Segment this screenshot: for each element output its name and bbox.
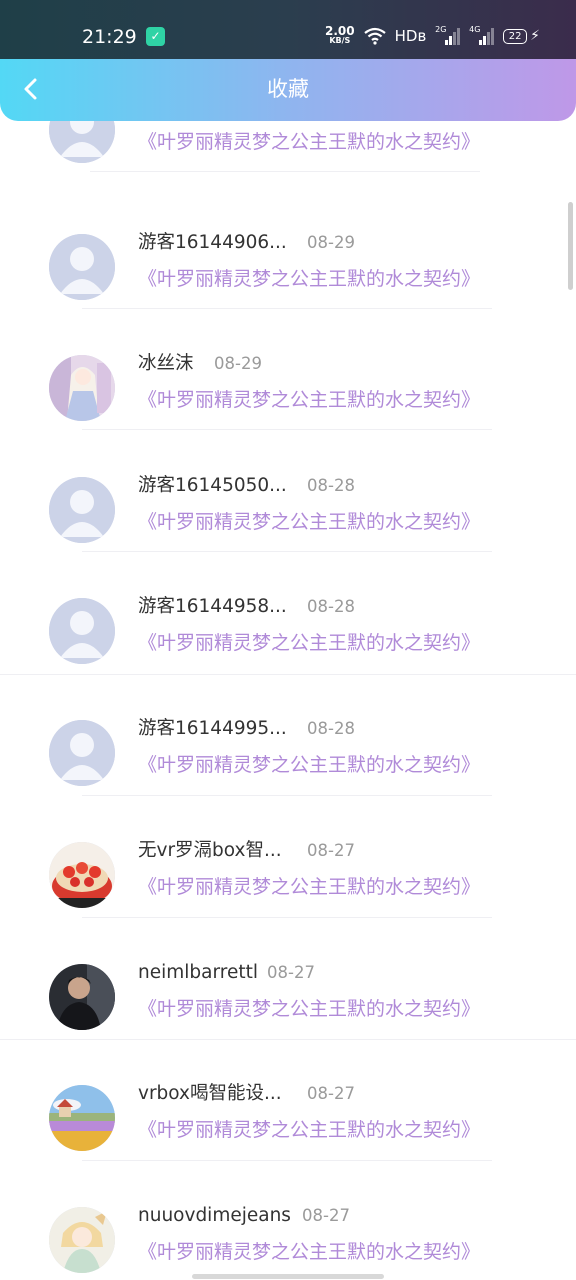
user-avatar[interactable] bbox=[49, 964, 115, 1030]
book-title[interactable]: 《叶罗丽精灵梦之公主王默的水之契约》 bbox=[138, 752, 480, 778]
charging-icon: ⚡ bbox=[530, 28, 540, 44]
book-title[interactable]: 《叶罗丽精灵梦之公主王默的水之契约》 bbox=[138, 129, 480, 155]
user-avatar[interactable] bbox=[49, 1207, 115, 1273]
user-name[interactable]: nuuovdimejeans bbox=[138, 1203, 291, 1229]
favorite-date: 08-27 bbox=[267, 963, 315, 982]
net-speed-value: 2.00 bbox=[325, 24, 355, 38]
divider bbox=[90, 171, 480, 172]
favorite-date: 08-27 bbox=[302, 1206, 350, 1225]
user-name[interactable]: 游客16145050... bbox=[138, 473, 287, 499]
book-title[interactable]: 《叶罗丽精灵梦之公主王默的水之契约》 bbox=[138, 1117, 480, 1143]
app-notification-icon: ✓ bbox=[146, 27, 165, 46]
net-speed: 2.00 KB/S bbox=[325, 24, 355, 46]
book-title[interactable]: 《叶罗丽精灵梦之公主王默的水之契约》 bbox=[138, 996, 480, 1022]
default-avatar-icon[interactable] bbox=[49, 720, 115, 786]
signal-4g-label: 4G bbox=[469, 25, 481, 34]
default-avatar-icon bbox=[49, 121, 115, 163]
wifi-icon bbox=[363, 27, 386, 45]
favorite-date: 08-27 bbox=[307, 841, 355, 860]
list-item[interactable]: 《叶罗丽精灵梦之公主王默的水之契约》 bbox=[0, 121, 576, 172]
status-icons: 2.00 KB/S HDʙ 2G 4G 22 ⚡ bbox=[325, 24, 540, 48]
favorite-date: 08-29 bbox=[214, 354, 262, 373]
user-avatar[interactable] bbox=[49, 355, 115, 421]
list-item[interactable]: 游客16144906... 08-29 《叶罗丽精灵梦之公主王默的水之契约》 bbox=[0, 188, 576, 309]
favorite-date: 08-29 bbox=[307, 233, 355, 252]
user-name[interactable]: 游客16144958... bbox=[138, 594, 287, 620]
battery-icon: 22 bbox=[503, 28, 528, 44]
signal-4g-icon: 4G bbox=[469, 25, 495, 45]
book-title[interactable]: 《叶罗丽精灵梦之公主王默的水之契约》 bbox=[138, 1239, 480, 1265]
header-bar: 收藏 bbox=[0, 59, 576, 121]
default-avatar-icon[interactable] bbox=[49, 598, 115, 664]
book-title[interactable]: 《叶罗丽精灵梦之公主王默的水之契约》 bbox=[138, 387, 480, 413]
hd-label: HDʙ bbox=[394, 27, 427, 45]
list-item[interactable]: nuuovdimejeans 08-27 《叶罗丽精灵梦之公主王默的水之契约》 bbox=[0, 1161, 576, 1280]
list-item[interactable]: 冰丝沫 08-29 《叶罗丽精灵梦之公主王默的水之契约》 bbox=[0, 309, 576, 430]
user-avatar[interactable] bbox=[49, 1085, 115, 1151]
user-name[interactable]: vrbox喝智能设... bbox=[138, 1081, 282, 1107]
favorite-date: 08-28 bbox=[307, 476, 355, 495]
user-name[interactable]: 冰丝沫 bbox=[138, 351, 194, 377]
status-time: 21:29 bbox=[82, 26, 137, 48]
list-item[interactable]: neimlbarrettl 08-27 《叶罗丽精灵梦之公主王默的水之契约》 bbox=[0, 918, 576, 1040]
user-name[interactable]: 游客16144906... bbox=[138, 230, 287, 256]
book-title[interactable]: 《叶罗丽精灵梦之公主王默的水之契约》 bbox=[138, 509, 480, 535]
favorites-list: 《叶罗丽精灵梦之公主王默的水之契约》 游客16144906... 08-29 《… bbox=[0, 121, 576, 1280]
divider bbox=[82, 429, 492, 430]
book-title[interactable]: 《叶罗丽精灵梦之公主王默的水之契约》 bbox=[138, 266, 480, 292]
list-item[interactable]: 无vr罗滆box智... 08-27 《叶罗丽精灵梦之公主王默的水之契约》 bbox=[0, 796, 576, 918]
battery-level: 22 bbox=[508, 30, 522, 42]
book-title[interactable]: 《叶罗丽精灵梦之公主王默的水之契约》 bbox=[138, 874, 480, 900]
user-name[interactable]: neimlbarrettl bbox=[138, 960, 258, 986]
signal-2g-icon: 2G bbox=[435, 25, 461, 45]
book-title[interactable]: 《叶罗丽精灵梦之公主王默的水之契约》 bbox=[138, 630, 480, 656]
net-speed-unit: KB/S bbox=[329, 36, 351, 45]
default-avatar-icon[interactable] bbox=[49, 234, 115, 300]
list-item[interactable]: vrbox喝智能设... 08-27 《叶罗丽精灵梦之公主王默的水之契约》 bbox=[0, 1039, 576, 1161]
favorite-date: 08-27 bbox=[307, 1084, 355, 1103]
favorite-date: 08-28 bbox=[307, 597, 355, 616]
status-bar: 21:29 ✓ 2.00 KB/S HDʙ 2G 4G 22 ⚡ bbox=[0, 0, 576, 60]
default-avatar-icon[interactable] bbox=[49, 477, 115, 543]
signal-2g-label: 2G bbox=[435, 25, 447, 34]
page-title: 收藏 bbox=[267, 77, 309, 101]
user-name[interactable]: 游客16144995... bbox=[138, 716, 287, 742]
user-name[interactable]: 无vr罗滆box智... bbox=[138, 838, 282, 864]
list-item[interactable]: 游客16144958... 08-28 《叶罗丽精灵梦之公主王默的水之契约》 bbox=[0, 552, 576, 675]
user-avatar[interactable] bbox=[49, 842, 115, 908]
list-item[interactable]: 游客16144995... 08-28 《叶罗丽精灵梦之公主王默的水之契约》 bbox=[0, 674, 576, 796]
home-indicator[interactable] bbox=[192, 1274, 384, 1279]
scrollbar[interactable] bbox=[568, 202, 573, 290]
list-item[interactable]: 游客16145050... 08-28 《叶罗丽精灵梦之公主王默的水之契约》 bbox=[0, 431, 576, 552]
favorite-date: 08-28 bbox=[307, 719, 355, 738]
